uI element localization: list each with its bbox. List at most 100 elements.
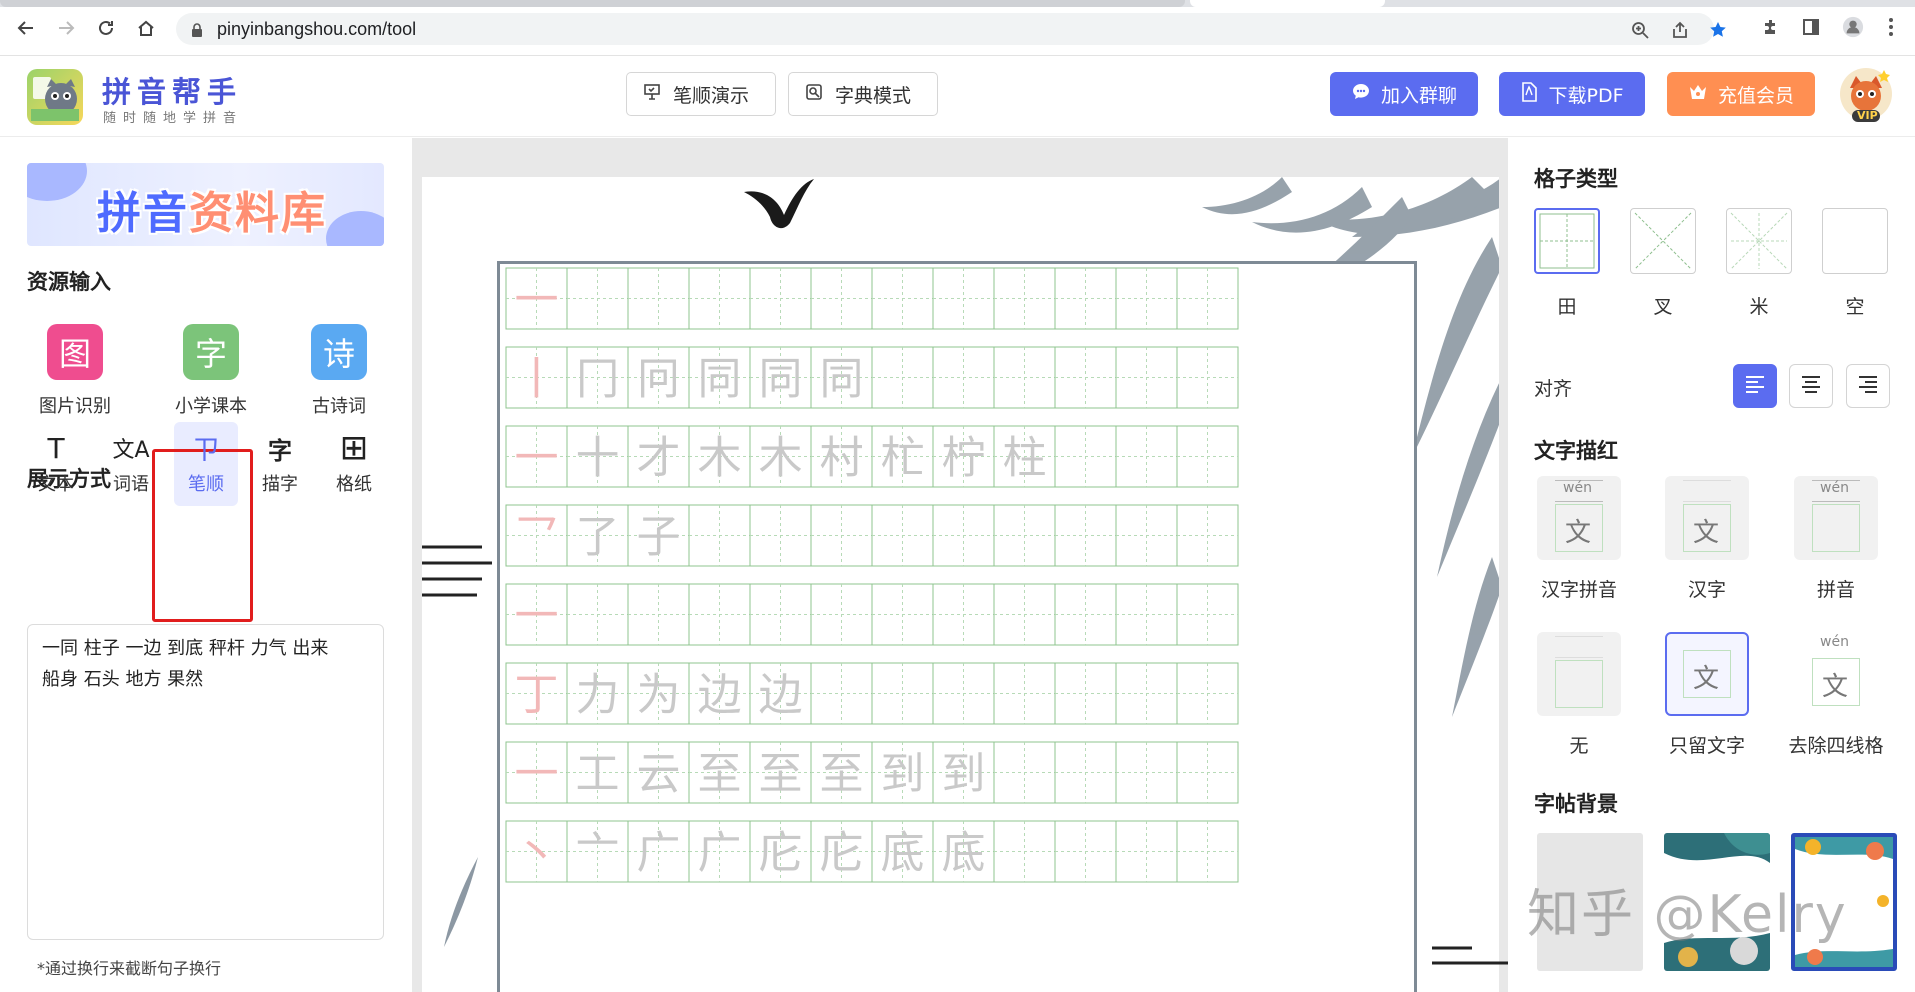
- chat-bubble-icon: [1351, 82, 1371, 107]
- trace-option-no-lines[interactable]: wén 文 去除四线格: [1776, 632, 1896, 758]
- worksheet-paper: 一丨冂冋同同同一十才木木村杧柠柱乛了子一丁力为边边一工云至至至到到丶亠广广庀庀底…: [422, 177, 1499, 992]
- resource-library-banner[interactable]: 拼音资料库: [27, 163, 384, 246]
- reload-icon[interactable]: [94, 16, 118, 40]
- trace-char-text: 文: [1693, 518, 1720, 548]
- align-center-button[interactable]: [1789, 364, 1833, 408]
- zoom-icon[interactable]: [1631, 21, 1649, 39]
- stroke-order-char: 乛: [515, 512, 559, 563]
- presentation-icon: [643, 83, 661, 106]
- practice-grid: 一十才木木村杧柠柱: [505, 425, 1239, 488]
- worksheet-preview[interactable]: 一丨冂冋同同同一十才木木村杧柠柱乛了子一丁力为边边一工云至至至到到丶亠广广庀庀底…: [412, 138, 1508, 992]
- grid-type-label: 田: [1557, 296, 1577, 318]
- textbook-label: 小学课本: [175, 396, 247, 417]
- menu-dots-icon[interactable]: [1880, 16, 1902, 38]
- tab-active[interactable]: [1190, 0, 1385, 7]
- join-group-button[interactable]: 加入群聊: [1330, 72, 1478, 116]
- mode-text-button[interactable]: T 文本: [24, 428, 88, 496]
- stroke-order-char: 底: [942, 828, 986, 879]
- mode-stroke-order-button[interactable]: ㄗ 笔顺: [174, 422, 238, 506]
- brand-subtitle: 随时随地学拼音: [103, 111, 244, 126]
- grid-type-tian[interactable]: 田: [1532, 208, 1602, 319]
- address-bar[interactable]: pinyinbangshou.com/tool: [176, 13, 1726, 45]
- trace-option-pinyin[interactable]: wén 拼音: [1776, 476, 1896, 602]
- background-title: 字帖背景: [1534, 792, 1618, 816]
- stroke-order-char: 庀: [759, 828, 803, 879]
- trace-option-none[interactable]: 无: [1519, 632, 1639, 758]
- mode-grid-paper-label: 格纸: [336, 474, 372, 495]
- practice-row: 一工云至至至到到: [505, 741, 1398, 817]
- app-header: 拼音帮手 随时随地学拼音 笔顺演示 字典模式 加入群聊 下载PDF 充值会员 V…: [0, 57, 1915, 137]
- crown-icon: [1688, 83, 1708, 106]
- dict-mode-button[interactable]: 字典模式: [788, 72, 938, 116]
- download-pdf-button[interactable]: 下载PDF: [1499, 72, 1645, 116]
- trace-option-char-pinyin[interactable]: wén 文 汉字拼音: [1519, 476, 1639, 602]
- stroke-order-char: 十: [576, 433, 620, 484]
- vip-recharge-button[interactable]: 充值会员: [1667, 72, 1815, 116]
- download-pdf-label: 下载PDF: [1548, 84, 1624, 107]
- text-icon: T: [47, 431, 65, 465]
- practice-sheet: 一丨冂冋同同同一十才木木村杧柠柱乛了子一丁力为边边一工云至至至到到丶亠广广庀庀底…: [497, 261, 1417, 992]
- stroke-order-char: 为: [637, 670, 681, 721]
- textbook-button[interactable]: 字 小学课本: [156, 324, 266, 418]
- stroke-order-char: 广: [637, 828, 681, 879]
- profile-icon[interactable]: [1842, 16, 1864, 38]
- trace-pinyin-text: wén: [1820, 480, 1849, 496]
- back-icon[interactable]: [14, 16, 38, 40]
- practice-row: 一: [505, 583, 1398, 659]
- home-icon[interactable]: [134, 16, 158, 40]
- banner-text: 拼音资料库: [97, 177, 327, 241]
- stroke-order-char: 边: [698, 670, 742, 721]
- side-panel-icon[interactable]: [1800, 16, 1822, 38]
- practice-grid: 丶亠广广庀庀底底: [505, 820, 1239, 883]
- user-avatar[interactable]: VIP: [1838, 66, 1894, 124]
- mode-grid-paper-button[interactable]: ⊞ 格纸: [322, 428, 386, 496]
- forward-icon[interactable]: [54, 16, 78, 40]
- grid-type-mi[interactable]: 米: [1724, 208, 1794, 319]
- bookmark-star-icon[interactable]: [1709, 21, 1727, 39]
- stroke-order-char: 冋: [637, 354, 681, 405]
- stroke-order-char: 底: [881, 828, 925, 879]
- practice-row: 一十才木木村杧柠柱: [505, 425, 1398, 501]
- align-left-icon: [1745, 375, 1765, 397]
- poetry-button[interactable]: 诗 古诗词: [284, 324, 394, 418]
- stroke-order-char: 冂: [576, 354, 620, 405]
- trace-option-text-only[interactable]: 文 只留文字: [1647, 632, 1767, 758]
- trace-char-text: 文: [1693, 664, 1720, 694]
- banner-text-b: 资料库: [189, 188, 327, 239]
- trace-preview: [1537, 632, 1621, 716]
- align-label: 对齐: [1534, 378, 1573, 400]
- right-settings-panel: 格子类型 田 叉 米 空 对齐 文字描红 wén 文 汉字拼音 文 汉字 wén…: [1508, 138, 1915, 992]
- dict-mode-label: 字典模式: [835, 84, 912, 107]
- stroke-order-char: 了: [576, 512, 620, 563]
- lines-decoration: [1432, 946, 1508, 965]
- practice-row: 乛了子: [505, 504, 1398, 580]
- trace-preview: 文: [1665, 632, 1749, 716]
- left-panel: 拼音资料库 资源输入 图 图片识别 字 小学课本 诗 古诗词 展示方式 T 文本…: [0, 138, 412, 992]
- trace-char-text: 文: [1822, 672, 1849, 702]
- image-recognition-button[interactable]: 图 图片识别: [20, 324, 130, 418]
- practice-grid: 丁力为边边: [505, 662, 1239, 725]
- word-input-textarea[interactable]: 一同 柱子 一边 到底 秤杆 力气 出来 船身 石头 地方 果然: [27, 624, 384, 940]
- grid-type-label: 米: [1749, 296, 1769, 318]
- mode-trace-button[interactable]: 字 描字: [248, 428, 312, 496]
- extensions-icon[interactable]: [1760, 16, 1782, 38]
- trace-pinyin-text: wén: [1820, 634, 1849, 650]
- grid-type-cha[interactable]: 叉: [1628, 208, 1698, 319]
- input-hint: *通过换行来截断句子换行: [37, 959, 222, 978]
- stroke-order-char: 到: [942, 749, 986, 800]
- share-icon[interactable]: [1671, 21, 1689, 39]
- stroke-order-char: 一: [515, 591, 559, 642]
- trace-preview: wén: [1794, 476, 1878, 560]
- trace-option-char[interactable]: 文 汉字: [1647, 476, 1767, 602]
- align-right-button[interactable]: [1846, 364, 1890, 408]
- brand-logo[interactable]: [27, 69, 83, 125]
- stroke-order-char: 丨: [515, 354, 559, 405]
- stroke-demo-button[interactable]: 笔顺演示: [626, 72, 776, 116]
- practice-row: 一: [505, 267, 1398, 343]
- stroke-order-char: 丶: [515, 828, 559, 879]
- align-left-button[interactable]: [1733, 364, 1777, 408]
- banner-text-a: 拼音: [97, 188, 189, 239]
- tab-inactive[interactable]: [0, 0, 1185, 7]
- mode-text-label: 文本: [38, 474, 74, 495]
- grid-type-empty[interactable]: 空: [1820, 208, 1890, 319]
